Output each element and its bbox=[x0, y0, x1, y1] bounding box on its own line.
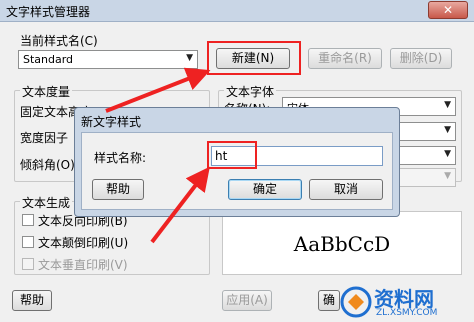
watermark-logo-icon bbox=[340, 286, 372, 318]
annotation-arrows bbox=[105, 67, 211, 244]
watermark: 资料网 ZL.XSMY.COM bbox=[338, 283, 474, 322]
arrow-to-new-button bbox=[105, 67, 211, 113]
watermark-domain: ZL.XSMY.COM bbox=[376, 308, 438, 318]
arrow-to-style-name bbox=[150, 166, 210, 244]
